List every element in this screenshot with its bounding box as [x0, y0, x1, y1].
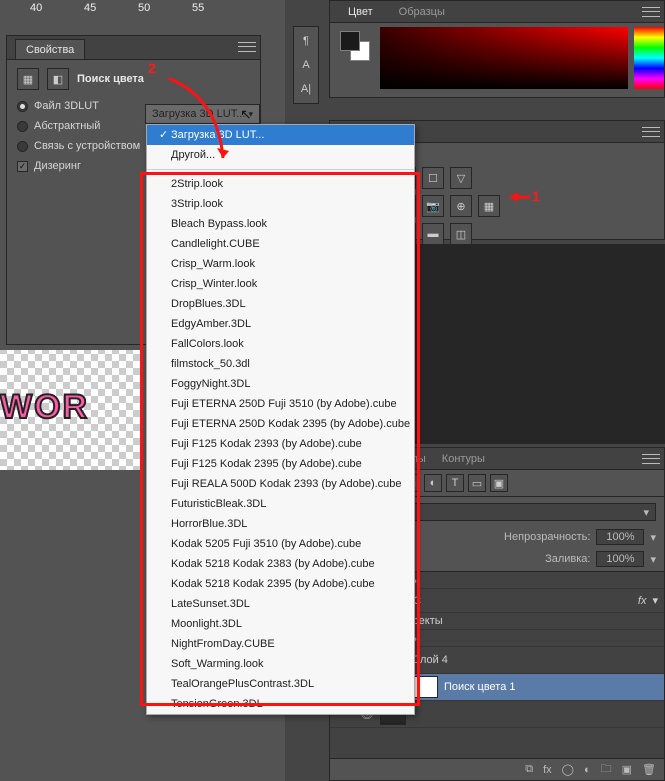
radio-label: Абстрактный [34, 120, 100, 132]
panel-heading: Поиск цвета [77, 73, 144, 85]
color-lookup-icon[interactable]: ▦ [478, 195, 500, 217]
filter-type-icon[interactable]: T [446, 474, 464, 492]
grid-icon: ▦ [17, 68, 39, 90]
chevron-down-icon: ▾ [248, 109, 253, 120]
dropdown-item[interactable]: Crisp_Winter.look [147, 274, 414, 294]
panel-menu-icon[interactable] [238, 40, 256, 54]
dropdown-item-load[interactable]: ✓Загрузка 3D LUT... [147, 125, 414, 145]
dropdown-item[interactable]: TensionGreen.3DL [147, 694, 414, 714]
radio-label: Файл 3DLUT [34, 100, 99, 112]
opacity-label: Непрозрачность: [504, 531, 590, 543]
chevron-down-icon[interactable]: ▾ [650, 553, 656, 566]
dropdown-item-other[interactable]: Другой... [147, 145, 414, 165]
group-icon[interactable]: 🗀 [601, 760, 612, 779]
radio-icon [17, 121, 28, 132]
radio-icon [17, 101, 28, 112]
panel-title-row: ▦ ◧ Поиск цвета [17, 68, 250, 90]
dropdown-item[interactable]: Bleach Bypass.look [147, 214, 414, 234]
glyph-icon[interactable]: A| [296, 79, 316, 99]
annotation-label-2: 2 [148, 60, 156, 76]
dropdown-item[interactable]: FuturisticBleak.3DL [147, 494, 414, 514]
canvas-text-preview: WOR [0, 388, 89, 427]
dropdown-item[interactable]: Soft_Warming.look [147, 654, 414, 674]
mask-icon[interactable]: ◧ [47, 68, 69, 90]
channel-mixer-icon[interactable]: ⊕ [450, 195, 472, 217]
filter-shape-icon[interactable]: ▭ [468, 474, 486, 492]
layer-footer: ⧉ fx ◯ ◐ 🗀 ▣ 🗑 [330, 758, 664, 780]
annotation-arrow-1 [506, 190, 530, 204]
dropdown-item[interactable]: filmstock_50.3dl [147, 354, 414, 374]
fx-icon[interactable]: fx [543, 764, 552, 776]
photo-filter-icon[interactable]: 📷 [422, 195, 444, 217]
paragraph-styles-icon[interactable]: ¶ [296, 31, 316, 51]
adj-layer-icon[interactable]: ◐ [584, 764, 591, 776]
gradient-map-icon[interactable]: ▬ [422, 223, 444, 245]
checkbox-icon: ✓ [17, 161, 28, 172]
dropdown-item[interactable]: LateSunset.3DL [147, 594, 414, 614]
panel-menu-icon[interactable] [642, 125, 660, 139]
dropdown-item[interactable]: 2Strip.look [147, 174, 414, 194]
collapsed-panel-strip: ¶ A A| [293, 26, 319, 104]
filter-smart-icon[interactable]: ▣ [490, 474, 508, 492]
dropdown-item[interactable]: DropBlues.3DL [147, 294, 414, 314]
dropdown-item[interactable]: Fuji REALA 500D Kodak 2393 (by Adobe).cu… [147, 474, 414, 494]
color-ramp[interactable] [380, 27, 628, 89]
dropdown-item[interactable]: Fuji ETERNA 250D Fuji 3510 (by Adobe).cu… [147, 394, 414, 414]
dropdown-item[interactable]: HorrorBlue.3DL [147, 514, 414, 534]
dropdown-item[interactable]: 3Strip.look [147, 194, 414, 214]
fill-value[interactable]: 100% [596, 551, 644, 567]
fx-badge[interactable]: fx [638, 595, 647, 607]
new-layer-icon[interactable]: ▣ [622, 763, 632, 776]
lut-file-select[interactable]: Загрузка 3D LUT... ▾ [145, 104, 260, 124]
dropdown-item[interactable]: Crisp_Warm.look [147, 254, 414, 274]
chevron-down-icon[interactable]: ▾ [652, 594, 658, 607]
link-icon[interactable]: ⧉ [525, 763, 533, 776]
fg-bg-swatch[interactable] [340, 31, 370, 61]
selective-color-icon[interactable]: ◫ [450, 223, 472, 245]
fill-label: Заливка: [545, 553, 590, 565]
color-panel: Цвет Образцы [329, 0, 665, 98]
separator [147, 169, 414, 170]
dropdown-item[interactable]: TealOrangePlusContrast.3DL [147, 674, 414, 694]
opacity-value[interactable]: 100% [596, 529, 644, 545]
radio-icon [17, 141, 28, 152]
radio-label: Связь с устройством [34, 140, 140, 152]
dropdown-item[interactable]: Kodak 5205 Fuji 3510 (by Adobe).cube [147, 534, 414, 554]
panel-menu-icon[interactable] [642, 452, 660, 466]
chevron-down-icon[interactable]: ▾ [650, 531, 656, 544]
annotation-label-1: 1 [532, 188, 540, 204]
filter-adj-icon[interactable]: ◐ [424, 474, 442, 492]
hue-strip[interactable] [634, 27, 664, 89]
dropdown-item[interactable]: Kodak 5218 Kodak 2383 (by Adobe).cube [147, 554, 414, 574]
exposure-icon[interactable]: ☐ [422, 167, 444, 189]
dropdown-item[interactable]: Fuji F125 Kodak 2395 (by Adobe).cube [147, 454, 414, 474]
tab-swatches[interactable]: Образцы [391, 2, 453, 22]
fg-swatch[interactable] [340, 31, 360, 51]
select-label: Загрузка 3D LUT... [152, 108, 245, 120]
color-tabs: Цвет Образцы [330, 1, 664, 23]
lut-dropdown: ✓Загрузка 3D LUT... Другой... 2Strip.loo… [146, 124, 415, 715]
dropdown-item[interactable]: EdgyAmber.3DL [147, 314, 414, 334]
mask-thumb [412, 676, 438, 698]
tab-color[interactable]: Цвет [340, 2, 381, 22]
checkbox-label: Дизеринг [34, 160, 81, 172]
properties-tab[interactable]: Свойства [15, 39, 85, 59]
horizontal-ruler: 40 45 50 55 [0, 0, 280, 18]
dropdown-item[interactable]: FallColors.look [147, 334, 414, 354]
panel-tab-bar: Свойства [7, 36, 260, 60]
dropdown-item[interactable]: Fuji F125 Kodak 2393 (by Adobe).cube [147, 434, 414, 454]
vibrance-icon[interactable]: ▽ [450, 167, 472, 189]
dropdown-item[interactable]: Moonlight.3DL [147, 614, 414, 634]
mask-icon[interactable]: ◯ [562, 763, 574, 776]
trash-icon[interactable]: 🗑 [642, 763, 656, 776]
dropdown-item[interactable]: Candlelight.CUBE [147, 234, 414, 254]
dropdown-item[interactable]: FoggyNight.3DL [147, 374, 414, 394]
char-styles-icon[interactable]: A [296, 55, 316, 75]
panel-menu-icon[interactable] [642, 5, 660, 19]
dropdown-item[interactable]: NightFromDay.CUBE [147, 634, 414, 654]
dropdown-item[interactable]: Kodak 5218 Kodak 2395 (by Adobe).cube [147, 574, 414, 594]
tab-paths[interactable]: Контуры [436, 449, 491, 469]
dropdown-item[interactable]: Fuji ETERNA 250D Kodak 2395 (by Adobe).c… [147, 414, 414, 434]
